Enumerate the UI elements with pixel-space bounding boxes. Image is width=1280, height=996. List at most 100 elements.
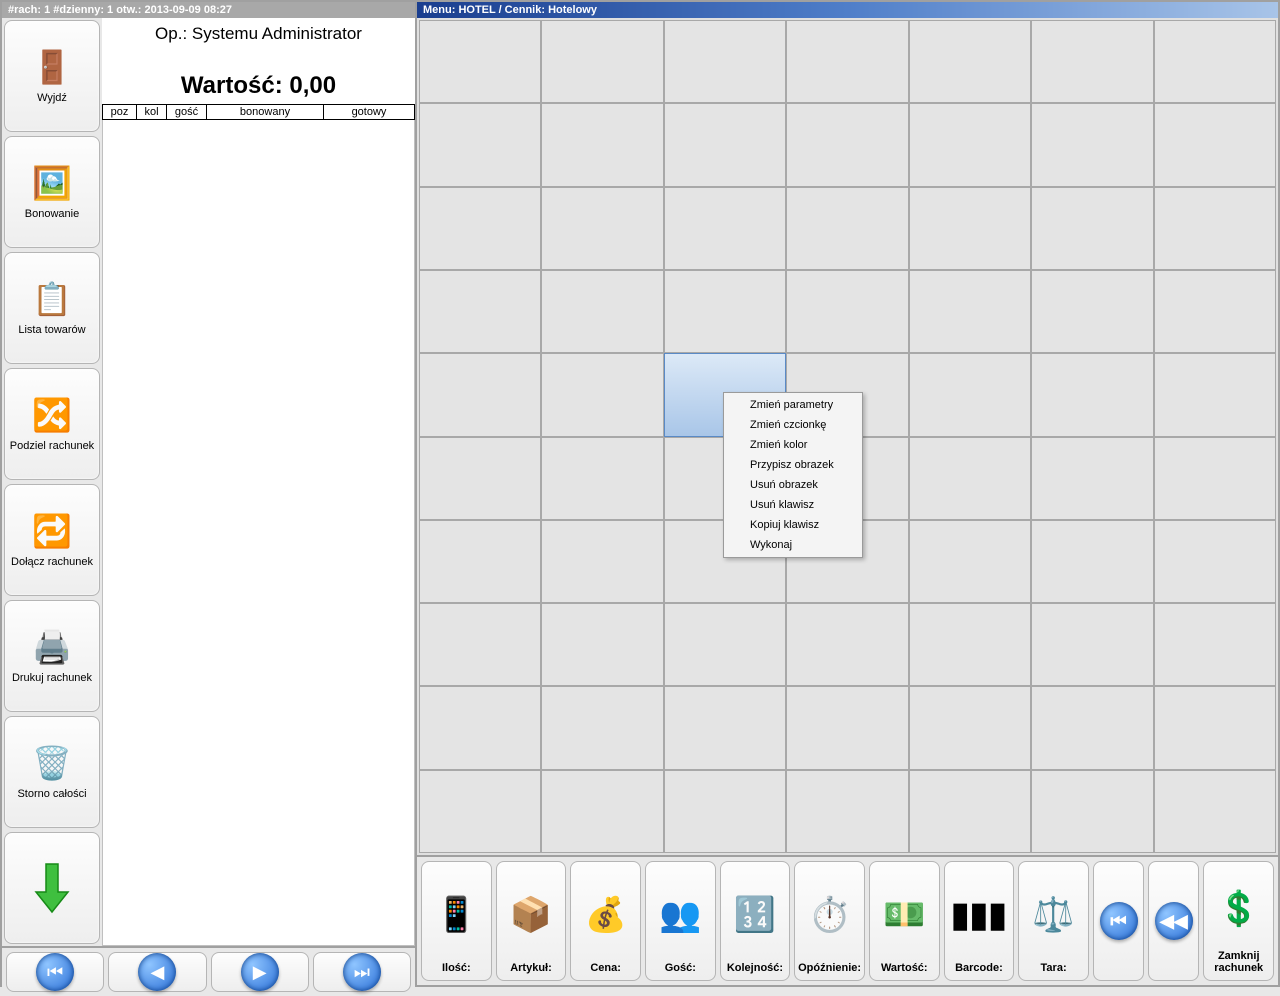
grid-cell[interactable] [664, 686, 786, 769]
grid-cell[interactable] [419, 770, 541, 853]
grid-cell[interactable] [1154, 770, 1276, 853]
podziel-rachunek-button[interactable]: 🔀 Podziel rachunek [4, 368, 100, 480]
kolejnosc-button[interactable]: 🔢Kolejność: [720, 861, 791, 981]
grid-cell[interactable] [541, 437, 663, 520]
grid-cell[interactable] [664, 20, 786, 103]
grid-cell[interactable] [786, 103, 908, 186]
page-prev-button[interactable]: ◀◀ [1148, 861, 1199, 981]
grid-cell[interactable] [1154, 103, 1276, 186]
grid-cell[interactable] [664, 770, 786, 853]
grid-cell[interactable] [786, 770, 908, 853]
grid-cell[interactable] [541, 353, 663, 436]
grid-cell[interactable] [1031, 520, 1153, 603]
context-menu-item[interactable]: Zmień czcionkę [726, 415, 860, 435]
grid-cell[interactable] [1154, 270, 1276, 353]
exit-button[interactable]: 🚪 Wyjdź [4, 20, 100, 132]
grid-cell[interactable] [1031, 686, 1153, 769]
grid-cell[interactable] [1031, 770, 1153, 853]
dolacz-rachunek-button[interactable]: 🔁 Dołącz rachunek [4, 484, 100, 596]
artykul-button[interactable]: 📦Artykuł: [496, 861, 567, 981]
context-menu-item[interactable]: Usuń klawisz [726, 495, 860, 515]
grid-cell[interactable] [909, 437, 1031, 520]
barcode-button[interactable]: ▮▮▮Barcode: [944, 861, 1015, 981]
grid-cell[interactable] [909, 520, 1031, 603]
grid-cell[interactable] [664, 603, 786, 686]
grid-cell[interactable] [541, 686, 663, 769]
grid-cell[interactable] [909, 770, 1031, 853]
context-menu-item[interactable]: Wykonaj [726, 535, 860, 555]
grid-cell[interactable] [664, 270, 786, 353]
cena-button[interactable]: 💰Cena: [570, 861, 641, 981]
grid-cell[interactable] [1154, 187, 1276, 270]
grid-cell[interactable] [1154, 437, 1276, 520]
grid-cell[interactable] [1031, 270, 1153, 353]
grid-cell[interactable] [909, 603, 1031, 686]
grid-cell[interactable] [1031, 187, 1153, 270]
storno-button[interactable]: 🗑️ Storno całości [4, 716, 100, 828]
grid-cell[interactable] [541, 770, 663, 853]
grid-cell[interactable] [786, 686, 908, 769]
page-first-button[interactable]: ⏮ [1093, 861, 1144, 981]
grid-cell[interactable] [1031, 353, 1153, 436]
grid-cell[interactable] [541, 520, 663, 603]
grid-cell[interactable] [1031, 103, 1153, 186]
grid-cell[interactable] [419, 103, 541, 186]
opoznienie-button[interactable]: ⏱️Opóźnienie: [794, 861, 865, 981]
wartosc-button[interactable]: 💵Wartość: [869, 861, 940, 981]
drukuj-rachunek-button[interactable]: 🖨️ Drukuj rachunek [4, 600, 100, 712]
prev-icon: ◀ [138, 953, 176, 991]
grid-cell[interactable] [1031, 20, 1153, 103]
grid-cell[interactable] [786, 270, 908, 353]
grid-cell[interactable] [664, 187, 786, 270]
grid-cell[interactable] [419, 603, 541, 686]
grid-cell[interactable] [909, 353, 1031, 436]
grid-cell[interactable] [909, 20, 1031, 103]
grid-cell[interactable] [1031, 603, 1153, 686]
grid-cell[interactable] [786, 603, 908, 686]
context-menu-item[interactable]: Przypisz obrazek [726, 455, 860, 475]
context-menu-item[interactable]: Zmień parametry [726, 395, 860, 415]
scroll-down-button[interactable] [4, 832, 100, 944]
nav-last-button[interactable]: ⏭ [313, 952, 411, 992]
grid-cell[interactable] [1031, 437, 1153, 520]
grid-cell[interactable] [1154, 520, 1276, 603]
grid-cell[interactable] [419, 437, 541, 520]
grid-cell[interactable] [541, 270, 663, 353]
grid-cell[interactable] [1154, 686, 1276, 769]
grid-cell[interactable] [419, 270, 541, 353]
nav-prev-button[interactable]: ◀ [108, 952, 206, 992]
grid-cell[interactable] [1154, 353, 1276, 436]
receipt-list[interactable] [102, 120, 415, 946]
grid-cell[interactable] [909, 686, 1031, 769]
col-kol: kol [137, 105, 167, 119]
nav-first-button[interactable]: ⏮ [6, 952, 104, 992]
context-menu-item[interactable]: Kopiuj klawisz [726, 515, 860, 535]
bonowanie-button[interactable]: 🖼️ Bonowanie [4, 136, 100, 248]
dolacz-label: Dołącz rachunek [11, 556, 93, 568]
grid-cell[interactable] [909, 270, 1031, 353]
context-menu-item[interactable]: Zmień kolor [726, 435, 860, 455]
tara-button[interactable]: ⚖️Tara: [1018, 861, 1089, 981]
grid-cell[interactable] [664, 103, 786, 186]
grid-cell[interactable] [786, 20, 908, 103]
grid-cell[interactable] [419, 686, 541, 769]
grid-cell[interactable] [419, 20, 541, 103]
grid-cell[interactable] [419, 353, 541, 436]
grid-cell[interactable] [541, 103, 663, 186]
ilosc-button[interactable]: 📱Ilość: [421, 861, 492, 981]
lista-towarow-button[interactable]: 📋 Lista towarów [4, 252, 100, 364]
grid-cell[interactable] [909, 103, 1031, 186]
grid-cell[interactable] [541, 20, 663, 103]
grid-cell[interactable] [541, 603, 663, 686]
grid-cell[interactable] [909, 187, 1031, 270]
grid-cell[interactable] [419, 520, 541, 603]
zamknij-rachunek-button[interactable]: 💲Zamknij rachunek [1203, 861, 1274, 981]
gosc-button[interactable]: 👥Gość: [645, 861, 716, 981]
grid-cell[interactable] [419, 187, 541, 270]
grid-cell[interactable] [541, 187, 663, 270]
context-menu-item[interactable]: Usuń obrazek [726, 475, 860, 495]
grid-cell[interactable] [786, 187, 908, 270]
grid-cell[interactable] [1154, 603, 1276, 686]
nav-next-button[interactable]: ▶ [211, 952, 309, 992]
grid-cell[interactable] [1154, 20, 1276, 103]
